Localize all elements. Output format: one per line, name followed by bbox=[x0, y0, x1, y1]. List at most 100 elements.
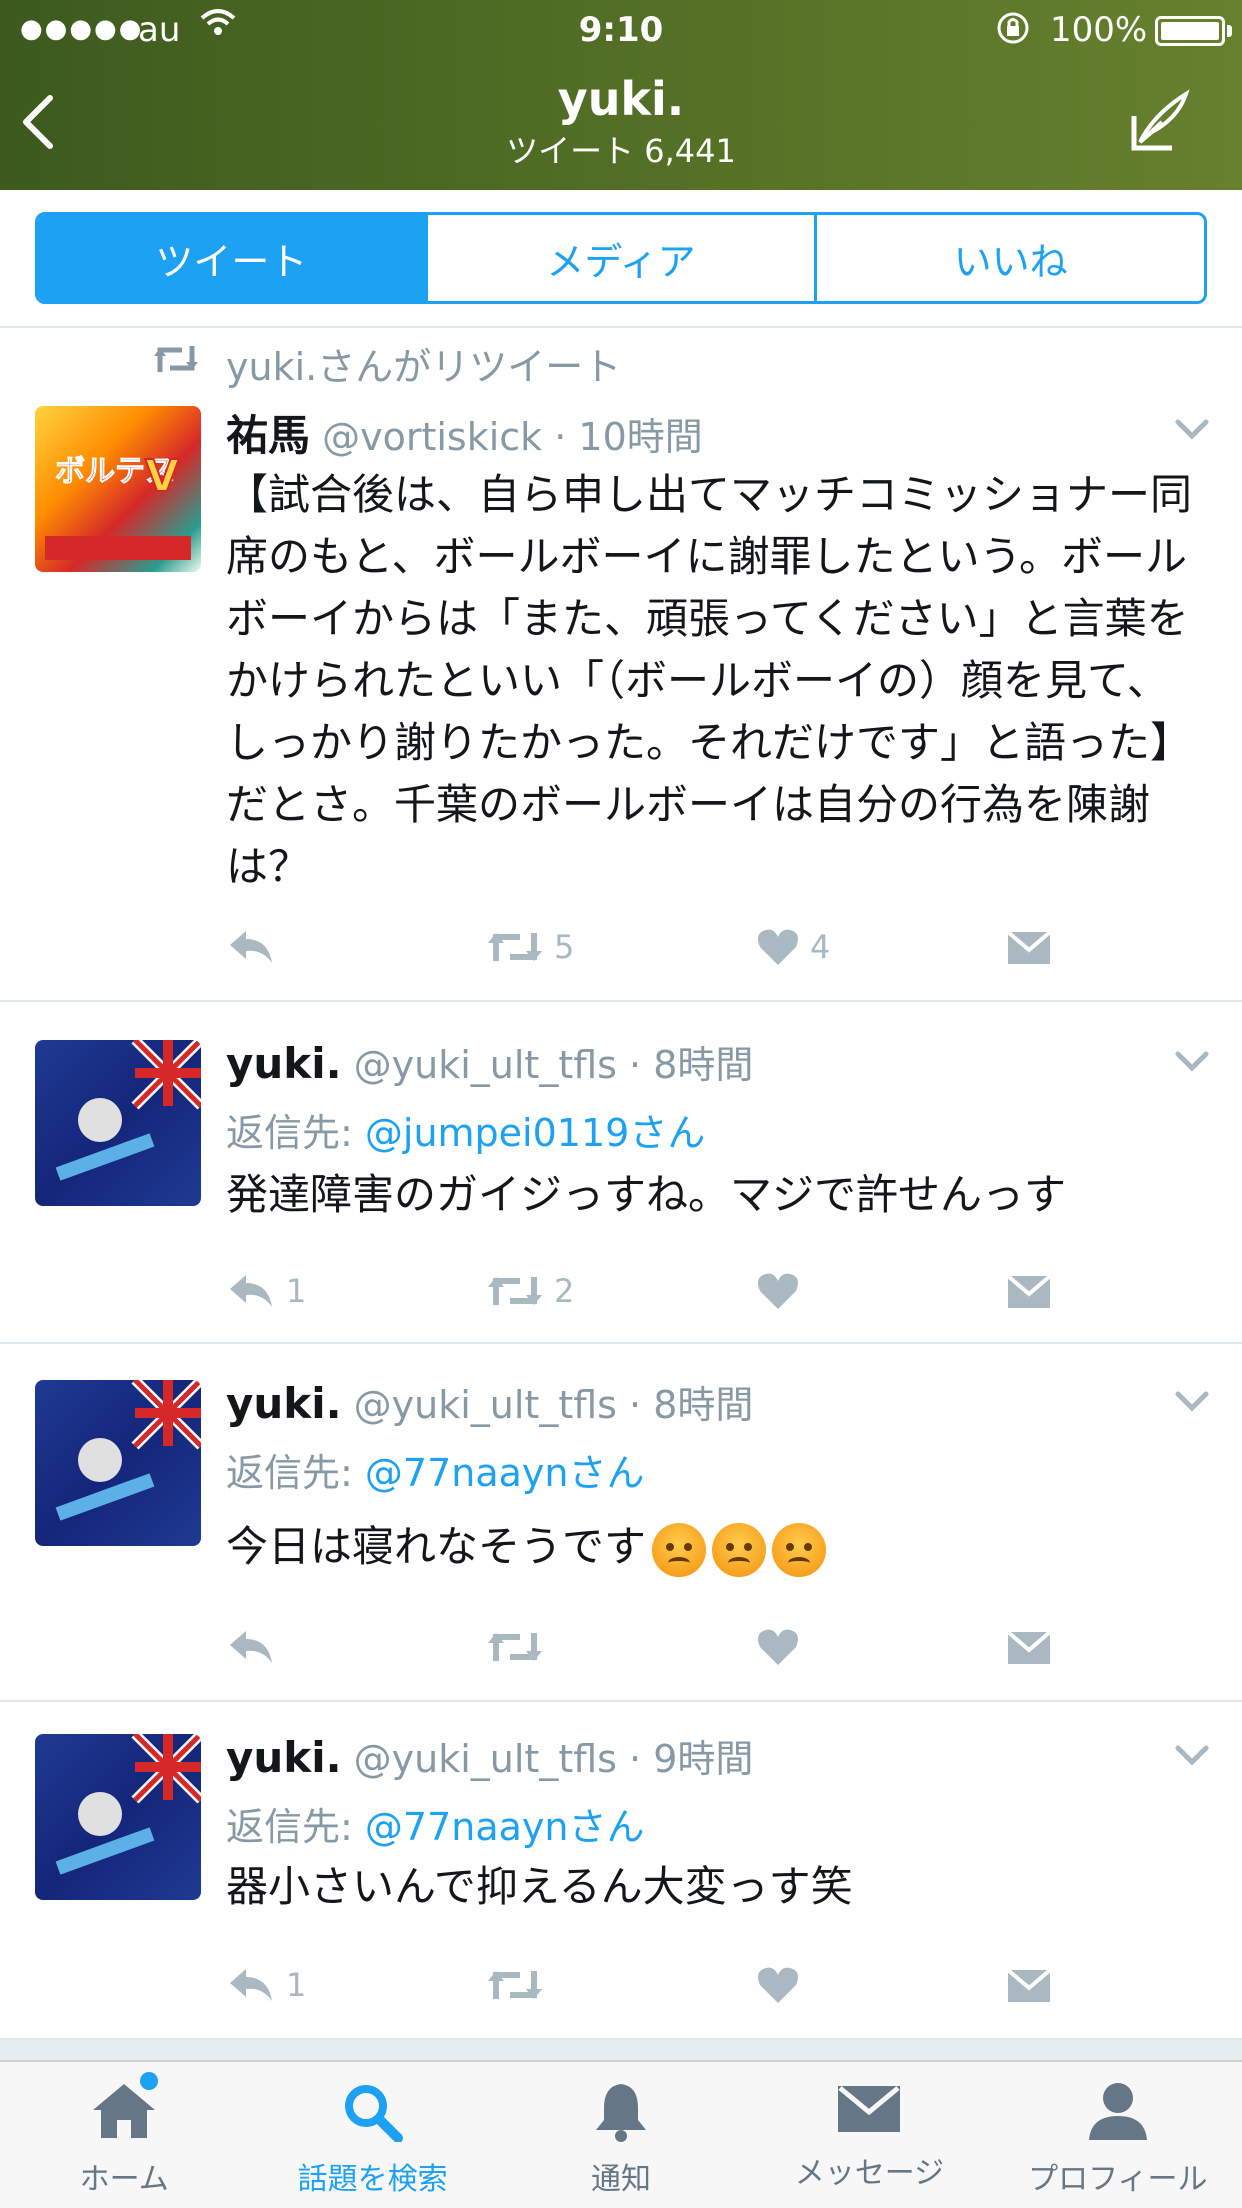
retweet-button[interactable]: 2 bbox=[486, 1266, 574, 1316]
avatar[interactable]: ボルテス V bbox=[35, 406, 201, 572]
tabbar-messages[interactable]: メッセージ bbox=[745, 2062, 993, 2208]
search-icon bbox=[344, 2085, 403, 2142]
envelope-icon bbox=[1006, 1274, 1052, 1308]
reply-button[interactable]: 1 bbox=[226, 1266, 306, 1316]
retweet-icon bbox=[488, 1633, 542, 1661]
page-title: yuki. bbox=[557, 72, 685, 126]
battery-tip bbox=[1227, 25, 1232, 37]
angry-face-emoji-icon bbox=[712, 1522, 767, 1577]
tweet-item[interactable]: yuki. @yuki_ult_tfls · 8時間 返信先: @77naayn… bbox=[0, 1346, 1242, 1702]
angry-face-emoji-icon bbox=[652, 1522, 707, 1577]
tweet-header: yuki. @yuki_ult_tfls · 8時間 bbox=[226, 1034, 753, 1089]
battery-icon bbox=[1155, 16, 1225, 46]
direct-message-button[interactable] bbox=[1006, 922, 1062, 972]
tweet-text-line: 今日は寝れなそうです bbox=[226, 1516, 1206, 1578]
retweet-button[interactable] bbox=[486, 1622, 554, 1672]
retweet-label: yuki.さんがリツイート bbox=[226, 345, 622, 389]
reply-icon bbox=[230, 931, 272, 963]
reply-button[interactable]: 1 bbox=[226, 1960, 306, 2010]
author-name[interactable]: yuki. bbox=[226, 1039, 342, 1088]
tabbar-profile[interactable]: プロフィール bbox=[994, 2062, 1242, 2208]
tweet-text: 今日は寝れなそうです bbox=[226, 1522, 647, 1571]
rotation-lock-icon bbox=[995, 10, 1031, 54]
tabbar-label: ホーム bbox=[79, 2162, 169, 2197]
tweet-item[interactable]: yuki.さんがリツイート ボルテス V 祐馬 @vortiskick · 10時… bbox=[0, 330, 1242, 1002]
svg-text:V: V bbox=[145, 451, 179, 502]
person-icon bbox=[1088, 2083, 1147, 2140]
like-button[interactable] bbox=[756, 1622, 810, 1672]
tab-tweets[interactable]: ツイート bbox=[38, 215, 428, 301]
reply-button[interactable] bbox=[226, 922, 286, 972]
chevron-down-icon[interactable] bbox=[1172, 414, 1212, 444]
tabbar-notifications[interactable]: 通知 bbox=[497, 2062, 745, 2208]
author-name[interactable]: yuki. bbox=[226, 1379, 342, 1428]
reply-icon bbox=[230, 1275, 272, 1307]
profile-header: ●●●●● au 9:10 100% yuki. ツイート 6,441 bbox=[0, 0, 1242, 190]
chevron-down-icon[interactable] bbox=[1172, 1740, 1212, 1770]
tweet-actions: 1 2 bbox=[226, 1266, 1206, 1316]
like-button[interactable] bbox=[756, 1266, 810, 1316]
reply-count: 1 bbox=[286, 1272, 307, 1310]
retweet-icon bbox=[488, 1277, 542, 1305]
reply-to-line: 返信先: @77naaynさん bbox=[226, 1442, 644, 1497]
tweet-item[interactable]: yuki. @yuki_ult_tfls · 8時間 返信先: @jumpei0… bbox=[0, 1004, 1242, 1344]
reply-icon bbox=[230, 1631, 272, 1663]
envelope-icon bbox=[1006, 930, 1052, 964]
like-button[interactable] bbox=[756, 1960, 810, 2010]
bell-icon bbox=[596, 2084, 647, 2142]
tab-likes[interactable]: いいね bbox=[817, 215, 1204, 301]
author-handle-time: @vortiskick · 10時間 bbox=[322, 415, 703, 459]
tweet-header: 祐馬 @vortiskick · 10時間 bbox=[226, 402, 703, 463]
tab-media[interactable]: メディア bbox=[428, 215, 818, 301]
chevron-down-icon[interactable] bbox=[1172, 1046, 1212, 1076]
reply-to-mention[interactable]: @77naaynさん bbox=[365, 1451, 645, 1495]
envelope-icon bbox=[838, 2086, 901, 2132]
tweet-actions: 5 4 bbox=[226, 922, 1206, 972]
bottom-tab-bar: ホーム 話題を検索 通知 メッセージ プロフィール bbox=[0, 2060, 1242, 2208]
tweet-header: yuki. @yuki_ult_tfls · 9時間 bbox=[226, 1728, 753, 1783]
direct-message-button[interactable] bbox=[1006, 1960, 1062, 2010]
chevron-down-icon[interactable] bbox=[1172, 1386, 1212, 1416]
tweet-text: 発達障害のガイジっすね。マジで許せんっす bbox=[226, 1170, 1067, 1219]
tabbar-search[interactable]: 話題を検索 bbox=[248, 2062, 496, 2208]
avatar[interactable] bbox=[35, 1040, 201, 1206]
retweet-indicator-icon bbox=[152, 342, 200, 380]
like-button[interactable]: 4 bbox=[756, 922, 830, 972]
heart-icon bbox=[758, 1967, 798, 2003]
heart-icon bbox=[758, 1629, 798, 1665]
profile-tab-control: ツイート メディア いいね bbox=[35, 212, 1207, 304]
retweet-button[interactable]: 5 bbox=[486, 922, 574, 972]
author-handle-time: @yuki_ult_tfls · 8時間 bbox=[353, 1383, 754, 1427]
status-bar: ●●●●● au 9:10 100% bbox=[0, 0, 1242, 60]
author-name[interactable]: 祐馬 bbox=[226, 411, 310, 460]
heart-icon bbox=[758, 929, 798, 965]
tweet-item[interactable]: yuki. @yuki_ult_tfls · 9時間 返信先: @77naayn… bbox=[0, 1704, 1242, 2040]
author-name[interactable]: yuki. bbox=[226, 1733, 342, 1782]
tabbar-label: プロフィール bbox=[1028, 2162, 1208, 2197]
avatar[interactable] bbox=[35, 1734, 201, 1900]
direct-message-button[interactable] bbox=[1006, 1266, 1062, 1316]
compose-tweet-button[interactable] bbox=[1128, 88, 1198, 158]
envelope-icon bbox=[1006, 1968, 1052, 2002]
notification-badge bbox=[140, 2072, 158, 2090]
retweet-button[interactable] bbox=[486, 1960, 554, 2010]
reply-to-prefix: 返信先: bbox=[226, 1805, 365, 1849]
tabbar-home[interactable]: ホーム bbox=[0, 2062, 248, 2208]
avatar[interactable] bbox=[35, 1380, 201, 1546]
reply-button[interactable] bbox=[226, 1622, 286, 1672]
reply-to-prefix: 返信先: bbox=[226, 1451, 365, 1495]
tweet-header: yuki. @yuki_ult_tfls · 8時間 bbox=[226, 1374, 753, 1429]
tweet-text: 【試合後は、自ら申し出てマッチコミッショナー同席のもと、ボールボーイに謝罪したと… bbox=[226, 470, 1193, 891]
reply-to-line: 返信先: @77naaynさん bbox=[226, 1796, 644, 1851]
tabbar-label: メッセージ bbox=[794, 2156, 945, 2191]
reply-to-mention[interactable]: @jumpei0119さん bbox=[365, 1111, 705, 1155]
direct-message-button[interactable] bbox=[1006, 1622, 1062, 1672]
like-count: 4 bbox=[810, 928, 831, 966]
reply-to-mention[interactable]: @77naaynさん bbox=[365, 1805, 645, 1849]
envelope-icon bbox=[1006, 1630, 1052, 1664]
battery-percent: 100% bbox=[1050, 10, 1148, 50]
tweet-text: 器小さいんで抑えるん大変っす笑 bbox=[226, 1862, 853, 1911]
reply-count: 1 bbox=[286, 1966, 307, 2004]
reply-icon bbox=[230, 1969, 272, 2001]
tweet-count: ツイート 6,441 bbox=[506, 132, 736, 170]
